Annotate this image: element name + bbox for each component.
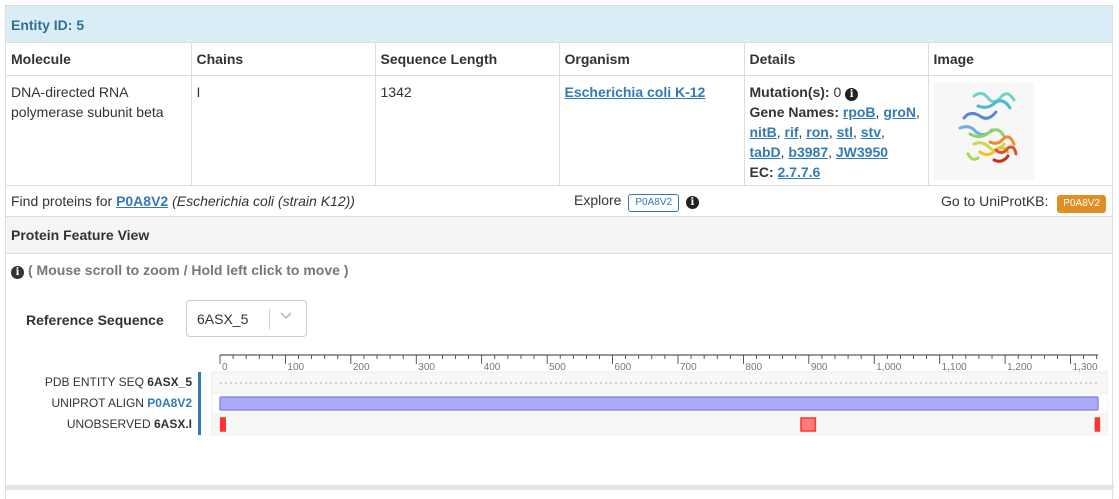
mutation-value: 0 [833, 83, 842, 100]
zoom-hint-text: ( Mouse scroll to zoom / Hold left click… [28, 261, 349, 278]
axis-tick-label: 700 [680, 362, 697, 373]
details-cell: Mutation(s): 0 i Gene Names: rpoB, groN,… [744, 75, 929, 186]
reference-sequence-value: 6ASX_5 [197, 310, 249, 327]
track-prefix: PDB ENTITY SEQ [44, 374, 144, 389]
track-labels: PDB ENTITY SEQ 6ASX_5 UNIPROT ALIGN P0A8… [6, 372, 196, 435]
header-sequence-length: Sequence Length [375, 43, 560, 76]
horizontal-scrollbar[interactable] [6, 484, 1114, 490]
reference-sequence-select[interactable]: 6ASX_5 [186, 299, 307, 337]
axis-tick-label: 600 [615, 362, 632, 373]
table-row: DNA-directed RNA polymerase subunit beta… [6, 75, 1112, 186]
table-header-row: Molecule Chains Sequence Length Organism… [6, 43, 1112, 76]
track-prefix: UNIPROT ALIGN [51, 395, 144, 410]
track-id: 6ASX.I [153, 416, 192, 431]
chains-cell: I [191, 75, 376, 186]
ec-line: EC: 2.7.7.6 [750, 162, 923, 182]
mutation-label: Mutation(s): [749, 83, 830, 100]
select-separator [269, 308, 270, 329]
chevron-down-icon[interactable] [279, 308, 293, 325]
explore-group: Explore P0A8V2 i [574, 192, 699, 212]
axis-tick-label: 500 [549, 362, 566, 373]
protein-feature-view-heading: Protein Feature View [6, 216, 1112, 254]
gene-link-ron[interactable]: ron [806, 124, 829, 140]
gene-names-label: Gene Names: [749, 103, 839, 120]
track-id: P0A8V2 [147, 395, 192, 410]
organism-note: (Escherichia coli (strain K12)) [172, 192, 355, 209]
header-image: Image [928, 43, 1112, 76]
info-icon: i [11, 265, 24, 279]
feature-viewer[interactable]: 0 100 200 300 400 500 600 700 800 900 1,000 1,100 1,… [202, 347, 1108, 437]
find-proteins-row: Find proteins for P0A8V2 (Escherichia co… [6, 186, 1112, 217]
track-background [211, 413, 1108, 435]
track-label-unobserved: UNOBSERVED 6ASX.I [6, 414, 196, 435]
track-prefix: UNOBSERVED [66, 416, 151, 431]
header-details: Details [744, 43, 929, 76]
header-molecule: Molecule [6, 43, 192, 76]
uniprot-badge[interactable]: P0A8V2 [1057, 194, 1106, 213]
explore-badge[interactable]: P0A8V2 [628, 193, 680, 212]
protein-structure-image[interactable] [933, 81, 1034, 180]
unobserved-region [800, 416, 817, 432]
find-proteins: Find proteins for P0A8V2 (Escherichia co… [11, 193, 355, 209]
protein-feature-view: i ( Mouse scroll to zoom / Hold left clic… [6, 254, 1114, 490]
zoom-hint: i ( Mouse scroll to zoom / Hold left clic… [11, 262, 348, 279]
gene-link-nitb[interactable]: nitB [750, 124, 777, 140]
goto-uniprot: Go to UniProtKB: P0A8V2 [941, 193, 1106, 213]
sequence-length-cell: 1342 [375, 75, 560, 186]
axis-tick-label: 1,200 [1007, 362, 1032, 373]
explore-label: Explore [574, 191, 622, 208]
gene-link-rif[interactable]: rif [785, 124, 799, 140]
axis-tick-label: 300 [418, 362, 435, 373]
axis-tick-label: 900 [811, 362, 828, 373]
uniprot-align-bar [219, 395, 1099, 411]
info-icon[interactable]: i [685, 195, 699, 209]
gene-link-stv[interactable]: stv [861, 124, 881, 140]
track-selection-bar [198, 371, 201, 435]
axis-tick-label: 200 [353, 362, 370, 373]
reference-sequence-label: Reference Sequence [26, 311, 164, 328]
unobserved-region [1094, 416, 1101, 432]
entity-heading: Entity ID: 5 [6, 6, 1112, 43]
header-organism: Organism [559, 43, 745, 76]
entity-table: Molecule Chains Sequence Length Organism… [6, 43, 1112, 186]
info-icon[interactable]: i [845, 87, 859, 101]
gene-link-stl[interactable]: stl [837, 124, 853, 140]
axis-tick-label: 800 [745, 362, 762, 373]
track-label-pdb-entity-seq: PDB ENTITY SEQ 6ASX_5 [6, 372, 196, 393]
find-prefix: Find proteins for [11, 192, 113, 209]
goto-label: Go to UniProtKB: [941, 192, 1049, 209]
gene-link-gron[interactable]: groN [883, 104, 916, 120]
gene-link-b3987[interactable]: b3987 [788, 144, 828, 160]
axis-tick-label: 1,000 [876, 362, 901, 373]
unobserved-region [219, 416, 226, 432]
track-label-uniprot-align: UNIPROT ALIGN P0A8V2 [6, 393, 196, 414]
gene-link-jw3950[interactable]: JW3950 [836, 144, 888, 160]
image-cell [928, 75, 1112, 186]
axis-tick-label: 100 [287, 362, 304, 373]
organism-cell: Escherichia coli K-12 [559, 75, 745, 186]
track-id: 6ASX_5 [147, 374, 192, 389]
entity-panel: Entity ID: 5 Molecule Chains Sequence Le… [5, 5, 1114, 499]
axis-tick-label: 0 [222, 362, 228, 373]
axis-tick-label: 1,300 [1073, 362, 1098, 373]
axis-tick-label: 1,100 [942, 362, 967, 373]
axis-tick-label: 400 [484, 362, 501, 373]
gene-link-rpob[interactable]: rpoB [843, 104, 876, 120]
ec-link[interactable]: 2.7.7.6 [778, 164, 821, 180]
organism-link[interactable]: Escherichia coli K-12 [565, 84, 706, 100]
molecule-cell: DNA-directed RNA polymerase subunit beta [6, 75, 192, 186]
header-chains: Chains [191, 43, 376, 76]
mutation-line: Mutation(s): 0 i [750, 82, 923, 102]
gene-link-tabd[interactable]: tabD [750, 144, 781, 160]
gene-names-line: Gene Names: rpoB, groN, nitB, rif, ron, … [749, 103, 920, 160]
uniprot-link[interactable]: P0A8V2 [116, 193, 168, 209]
ec-label: EC: [749, 163, 774, 180]
